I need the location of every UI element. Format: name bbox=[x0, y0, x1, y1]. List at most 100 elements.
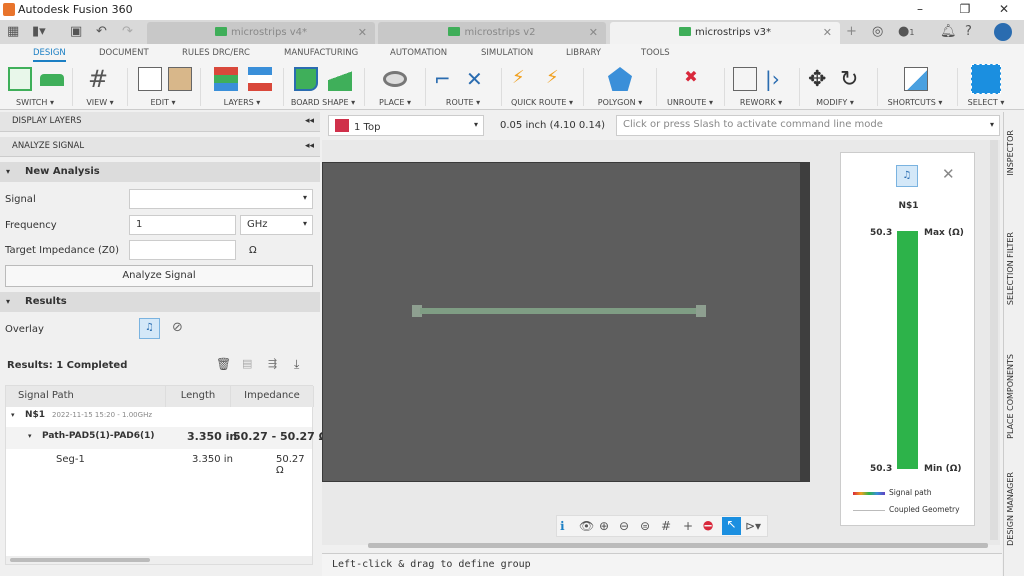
undo-icon[interactable]: ↶ bbox=[96, 24, 107, 39]
results-title: Results bbox=[25, 296, 67, 307]
polygon-group[interactable]: POLYGON ▾ bbox=[586, 62, 654, 110]
tab-inspector[interactable]: INSPECTOR bbox=[1006, 130, 1015, 176]
rework-group[interactable]: |› REWORK ▾ bbox=[727, 62, 795, 110]
analyze-signal-button[interactable]: Analyze Signal bbox=[5, 265, 313, 287]
results-count: Results: 1 Completed bbox=[7, 360, 128, 371]
table-row[interactable]: ▾ N$1 2022-11-15 15:20 - 1.00GHz bbox=[6, 407, 312, 427]
frequency-input[interactable]: 1 bbox=[129, 215, 236, 235]
board-shape-group[interactable]: BOARD SHAPE ▾ bbox=[286, 62, 360, 110]
file-menu-icon[interactable]: ▮▾ bbox=[32, 24, 46, 39]
command-bar: 1 Top ▾ 0.05 inch (4.10 0.14) Click or pr… bbox=[322, 115, 1000, 137]
minimize-button[interactable]: – bbox=[910, 2, 930, 16]
tab-design[interactable]: DESIGN bbox=[33, 48, 66, 62]
select-group[interactable]: SELECT ▾ bbox=[960, 62, 1012, 110]
miter-icon bbox=[733, 67, 757, 91]
user-avatar[interactable] bbox=[994, 23, 1012, 41]
tab-tools[interactable]: TOOLS bbox=[641, 48, 670, 58]
segment-length: 3.350 in bbox=[192, 454, 233, 465]
route-group[interactable]: ⌐ ✕ ROUTE ▾ bbox=[428, 62, 498, 110]
doc-tab-microstrips-v3[interactable]: microstrips v3* ✕ bbox=[610, 22, 840, 44]
switch-group[interactable]: SWITCH ▾ bbox=[2, 62, 68, 110]
export-icon[interactable]: ⇶ bbox=[268, 357, 277, 370]
pcb-board[interactable] bbox=[322, 162, 810, 482]
horizontal-scrollbar[interactable] bbox=[368, 543, 988, 548]
table-row[interactable]: ▾ Path-PAD5(1)-PAD6(1) 3.350 in 50.27 - … bbox=[6, 427, 328, 449]
new-analysis-section[interactable]: ▾ New Analysis bbox=[0, 162, 320, 182]
delete-icon[interactable]: 🗑︎ bbox=[216, 357, 231, 371]
info-icon[interactable]: ℹ bbox=[560, 519, 565, 533]
doc-tab-microstrips-v4[interactable]: microstrips v4* ✕ bbox=[147, 22, 375, 44]
results-section[interactable]: ▾ Results bbox=[0, 292, 320, 312]
collapse-icon[interactable]: ◂◂ bbox=[305, 141, 314, 151]
overlay-impedance-toggle[interactable]: ♫ bbox=[139, 318, 160, 339]
view-label: VIEW ▾ bbox=[86, 98, 114, 107]
quick-route-group[interactable]: ⚡ ⚡ QUICK ROUTE ▾ bbox=[504, 62, 580, 110]
analyze-signal-bar[interactable]: ANALYZE SIGNAL ◂◂ bbox=[0, 137, 320, 157]
doc-tab-microstrips-v2[interactable]: microstrips v2 ✕ bbox=[378, 22, 606, 44]
caret-down-icon[interactable]: ▾ bbox=[11, 411, 15, 419]
tab-automation[interactable]: AUTOMATION bbox=[390, 48, 447, 58]
modify-group[interactable]: ✥ ↻ MODIFY ▾ bbox=[802, 62, 868, 110]
table-icon[interactable]: ▤ bbox=[242, 357, 252, 370]
zoom-in-icon[interactable]: ⊕ bbox=[599, 519, 609, 533]
overlay-off-icon[interactable]: ⊘ bbox=[172, 320, 183, 335]
tab-library[interactable]: LIBRARY bbox=[566, 48, 601, 58]
column-length[interactable]: Length bbox=[166, 386, 231, 407]
horizontal-scrollbar[interactable] bbox=[6, 556, 312, 564]
edit-group[interactable]: EDIT ▾ bbox=[130, 62, 196, 110]
layers-group[interactable]: LAYERS ▾ bbox=[204, 62, 280, 110]
crosshair-icon[interactable]: + bbox=[683, 519, 693, 533]
ohm-unit: Ω bbox=[249, 245, 257, 256]
close-tab-icon[interactable]: ✕ bbox=[358, 26, 367, 39]
pad-right[interactable] bbox=[696, 305, 706, 317]
download-icon[interactable]: ⤓ bbox=[294, 357, 299, 372]
shortcuts-group[interactable]: SHORTCUTS ▾ bbox=[880, 62, 950, 110]
target-impedance-input[interactable] bbox=[129, 240, 236, 260]
redo-icon[interactable]: ↷ bbox=[122, 24, 133, 39]
new-tab-icon[interactable]: + bbox=[846, 24, 857, 39]
job-status-icon[interactable]: ●1 bbox=[898, 24, 914, 39]
eye-icon[interactable]: 👁︎ bbox=[579, 519, 594, 533]
display-layers-bar[interactable]: DISPLAY LAYERS ◂◂ bbox=[0, 112, 320, 132]
close-tab-icon[interactable]: ✕ bbox=[823, 26, 832, 39]
frequency-unit-select[interactable]: GHz ▾ bbox=[240, 215, 313, 235]
filter-icon[interactable]: ⊳▾ bbox=[745, 519, 761, 533]
view-group[interactable]: # VIEW ▾ bbox=[76, 62, 124, 110]
impedance-overlay-icon[interactable]: ♫ bbox=[896, 165, 918, 187]
online-status-icon[interactable]: ◎ bbox=[872, 24, 883, 39]
stop-icon[interactable]: ⛔︎ bbox=[703, 519, 713, 534]
column-signal-path[interactable]: Signal Path bbox=[6, 386, 166, 407]
tab-selection-filter[interactable]: SELECTION FILTER bbox=[1006, 232, 1015, 305]
apps-grid-icon[interactable]: ▦ bbox=[7, 24, 19, 39]
caret-down-icon[interactable]: ▾ bbox=[28, 432, 32, 440]
command-line-input[interactable]: Click or press Slash to activate command… bbox=[616, 115, 1000, 136]
column-impedance[interactable]: Impedance bbox=[231, 386, 314, 407]
signal-select[interactable]: ▾ bbox=[129, 189, 313, 209]
tab-design-manager[interactable]: DESIGN MANAGER bbox=[1006, 472, 1015, 546]
tab-document[interactable]: DOCUMENT bbox=[99, 48, 149, 58]
tab-manufacturing[interactable]: MANUFACTURING bbox=[284, 48, 358, 58]
tab-place-components[interactable]: PLACE COMPONENTS bbox=[1006, 354, 1015, 439]
place-group[interactable]: PLACE ▾ bbox=[367, 62, 423, 110]
save-icon[interactable]: ▣ bbox=[70, 24, 82, 39]
trace-segment[interactable] bbox=[420, 308, 698, 314]
zoom-fit-icon[interactable]: ⊜ bbox=[640, 519, 650, 533]
layer-select[interactable]: 1 Top ▾ bbox=[328, 115, 484, 136]
unroute-group[interactable]: ✖ UNROUTE ▾ bbox=[659, 62, 721, 110]
zoom-out-icon[interactable]: ⊖ bbox=[619, 519, 629, 533]
table-row[interactable]: Seg-1 3.350 in 50.27 Ω bbox=[6, 449, 312, 476]
help-icon[interactable]: ? bbox=[965, 24, 972, 39]
close-tab-icon[interactable]: ✕ bbox=[589, 26, 598, 39]
collapse-icon[interactable]: ◂◂ bbox=[305, 116, 314, 126]
microstrip-trace[interactable] bbox=[412, 305, 706, 317]
close-legend-icon[interactable]: ✕ bbox=[942, 165, 955, 183]
grid-icon[interactable]: # bbox=[661, 519, 671, 533]
vertical-scrollbar[interactable] bbox=[990, 140, 998, 540]
tab-simulation[interactable]: SIMULATION bbox=[481, 48, 533, 58]
tab-rules[interactable]: RULES DRC/ERC bbox=[182, 48, 250, 58]
paste-icon bbox=[168, 67, 192, 91]
notifications-icon[interactable]: 🔔︎ bbox=[940, 24, 957, 39]
close-button[interactable]: ✕ bbox=[994, 2, 1014, 16]
select-mode-icon[interactable]: ↖ bbox=[722, 517, 741, 535]
restore-button[interactable]: ❐ bbox=[955, 2, 975, 16]
